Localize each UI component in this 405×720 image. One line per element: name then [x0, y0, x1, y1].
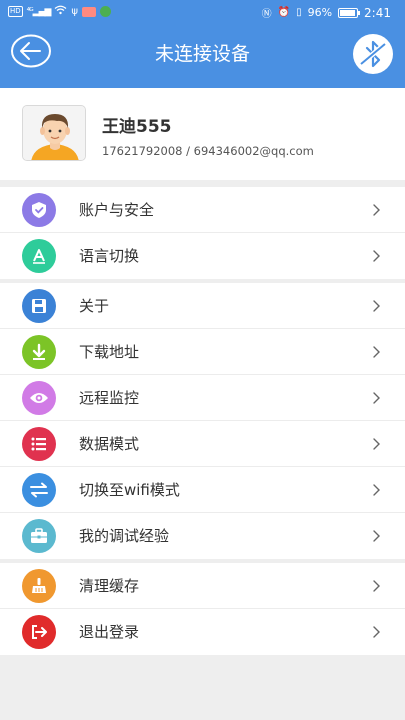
user-contact: 17621792008 / 694346002@qq.com	[102, 144, 314, 158]
menu-item-label: 退出登录	[79, 623, 140, 641]
vibrate-icon: ▯	[296, 7, 302, 18]
menu-item[interactable]: 清理缓存	[0, 563, 405, 609]
top-bar: HD ⁴ᴳ▂▄▆ ψ Ⓝ ⏰ ▯ 96% 2:41 未连接设备	[0, 0, 405, 88]
wifi-icon	[54, 5, 67, 18]
menu-item[interactable]: 退出登录	[0, 609, 405, 655]
battery-percent: 96%	[307, 6, 333, 19]
list-icon	[22, 427, 56, 461]
profile-card[interactable]: 王迪555 17621792008 / 694346002@qq.com	[0, 88, 405, 180]
download-icon	[22, 335, 56, 369]
alarm-icon: ⏰	[277, 7, 291, 18]
menu-item-label: 下载地址	[79, 343, 140, 361]
menu-item[interactable]: 切换至wifi模式	[0, 467, 405, 513]
menu-group: 账户与安全 语言切换	[0, 187, 405, 279]
chevron-right-icon	[371, 482, 383, 498]
chevron-right-icon	[371, 528, 383, 544]
avatar[interactable]	[22, 105, 86, 161]
bluetooth-button[interactable]	[352, 33, 394, 75]
menu-item[interactable]: 账户与安全	[0, 187, 405, 233]
chevron-right-icon	[371, 344, 383, 360]
status-right: Ⓝ ⏰ ▯ 96% 2:41	[261, 5, 391, 21]
menu-item-label: 我的调试经验	[79, 527, 170, 545]
menu-item[interactable]: 下载地址	[0, 329, 405, 375]
menu-item[interactable]: 远程监控	[0, 375, 405, 421]
nfc-icon: Ⓝ	[261, 9, 272, 20]
status-left: HD ⁴ᴳ▂▄▆ ψ	[8, 5, 112, 18]
menu-item[interactable]: 语言切换	[0, 233, 405, 279]
chevron-right-icon	[371, 578, 383, 594]
bluetooth-disabled-icon	[352, 34, 394, 79]
shield-icon	[22, 193, 56, 227]
call-notification-icon	[100, 6, 112, 17]
chevron-right-icon	[371, 390, 383, 406]
menu-item[interactable]: 数据模式	[0, 421, 405, 467]
user-name: 王迪555	[102, 117, 172, 137]
menu-item-label: 语言切换	[79, 247, 140, 265]
broom-icon	[22, 569, 56, 603]
chevron-right-icon	[371, 202, 383, 218]
menu-item[interactable]: 我的调试经验	[0, 513, 405, 559]
menu-item-label: 切换至wifi模式	[79, 481, 180, 499]
hd-icon: HD	[8, 6, 23, 17]
menu-item-label: 清理缓存	[79, 577, 140, 595]
chevron-right-icon	[371, 436, 383, 452]
menu-item-label: 账户与安全	[79, 201, 155, 219]
swap-icon	[22, 473, 56, 507]
menu-item[interactable]: 关于	[0, 283, 405, 329]
menu-item-label: 远程监控	[79, 389, 140, 407]
toolbox-icon	[22, 519, 56, 553]
floppy-disk-icon	[22, 289, 56, 323]
menu-group: 关于下载地址远程监控数据模式切换至wifi模式 我的调试经验	[0, 283, 405, 559]
battery-icon	[338, 7, 361, 18]
menu-group: 清理缓存 退出登录	[0, 563, 405, 655]
eye-icon	[22, 381, 56, 415]
page-title: 未连接设备	[154, 43, 250, 65]
chevron-right-icon	[371, 248, 383, 264]
menu-item-label: 关于	[79, 297, 110, 315]
usb-icon: ψ	[71, 6, 79, 17]
message-notification-icon	[82, 6, 97, 17]
clock: 2:41	[364, 5, 391, 20]
menu-item-label: 数据模式	[79, 435, 140, 453]
chevron-right-icon	[371, 298, 383, 314]
chevron-right-icon	[371, 624, 383, 640]
logout-icon	[22, 615, 56, 649]
status-bar: HD ⁴ᴳ▂▄▆ ψ Ⓝ ⏰ ▯ 96% 2:41	[0, 0, 405, 24]
signal-icon: ⁴ᴳ▂▄▆	[26, 6, 52, 17]
language-icon	[22, 239, 56, 273]
